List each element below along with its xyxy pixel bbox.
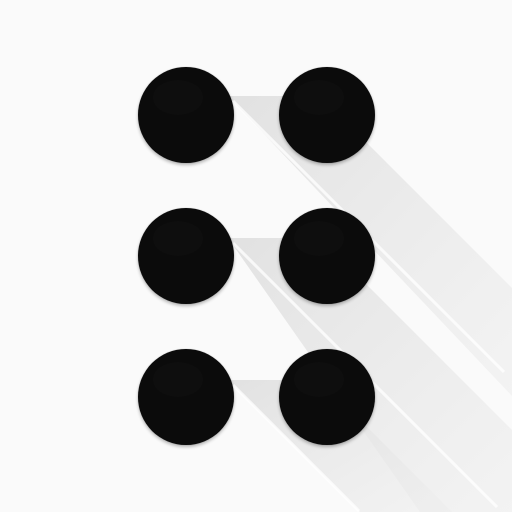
- app-icon-canvas: [0, 0, 512, 512]
- dot-grid: [0, 0, 512, 512]
- dot-row-1-col-2: [279, 67, 375, 163]
- dot-row-2-col-2: [279, 208, 375, 304]
- dot-row-3-col-2: [279, 349, 375, 445]
- dot-row-1-col-1: [138, 67, 234, 163]
- dot-row-2-col-1: [138, 208, 234, 304]
- dot-row-3-col-1: [138, 349, 234, 445]
